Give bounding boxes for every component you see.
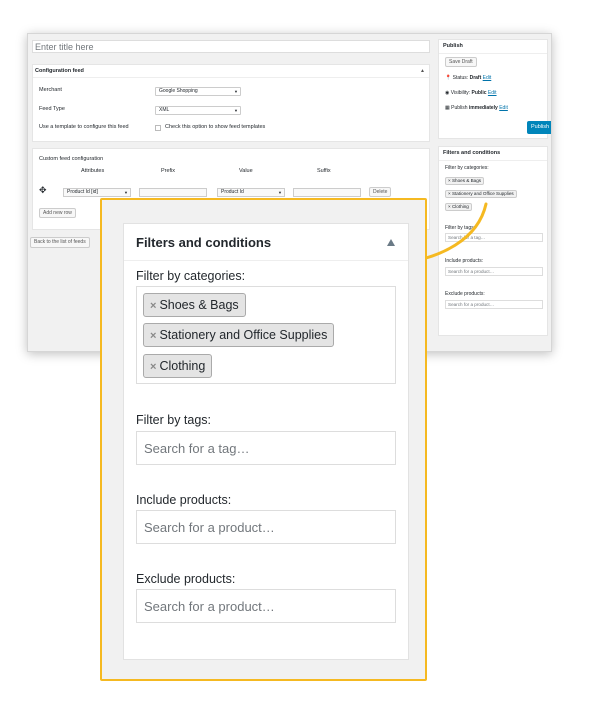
filters-and-conditions-panel: Filters and conditions Filter by categor… [123, 223, 409, 660]
schedule-edit-link[interactable]: Edit [499, 105, 508, 111]
category-tag-text: Shoes & Bags [451, 178, 482, 183]
prefix-input[interactable] [139, 188, 207, 197]
pin-icon: 📍 [445, 75, 452, 81]
publish-box: Publish Save Draft 📍 Status: Draft Edit … [438, 39, 551, 139]
template-checkbox-label: Check this option to show feed templates [165, 124, 266, 130]
publish-heading: Publish [439, 40, 547, 54]
chevron-down-icon: ▼ [278, 190, 282, 195]
remove-icon[interactable]: × [150, 361, 156, 373]
visibility-value: Public [471, 90, 487, 96]
schedule-value: immediately [468, 105, 498, 111]
suffix-input[interactable] [293, 188, 361, 197]
column-header-suffix: Suffix [317, 168, 331, 174]
tags-label: Filter by tags: [136, 413, 212, 427]
categories-label: Filter by categories: [136, 269, 246, 283]
configuration-feed-heading[interactable]: Configuration feed ▲ [33, 65, 429, 78]
title-input[interactable]: Enter title here [32, 40, 430, 53]
add-row-button[interactable]: Add new row [39, 208, 76, 218]
merchant-select[interactable]: Google Shopping ▼ [155, 87, 241, 96]
collapse-triangle-icon[interactable] [387, 239, 395, 246]
remove-icon[interactable]: × [150, 330, 156, 342]
exclude-search-input-small[interactable]: Search for a product… [445, 300, 543, 309]
status-value: Draft [469, 75, 482, 81]
delete-row-button[interactable]: Delete [369, 187, 392, 197]
visibility-label: Visibility: [450, 90, 471, 96]
eye-icon: ◉ [445, 90, 450, 96]
value-select[interactable]: Product Id ▼ [217, 188, 285, 197]
category-tag-text: Stationery and Office Supplies [451, 191, 514, 196]
category-chip-label: Shoes & Bags [159, 298, 239, 312]
filters-panel-title: Filters and conditions [136, 235, 272, 250]
visibility-line: ◉ Visibility: Public Edit [445, 90, 497, 97]
merchant-select-value: Google Shopping [159, 88, 198, 94]
attribute-select[interactable]: Product Id [id] ▼ [63, 188, 131, 197]
visibility-edit-link[interactable]: Edit [488, 90, 497, 96]
schedule-line: ▦ Publish immediately Edit [445, 105, 508, 112]
back-to-feeds-button[interactable]: Back to the list of feeds [30, 237, 90, 248]
publish-button[interactable]: Publish [527, 121, 551, 134]
chevron-down-icon: ▼ [124, 190, 128, 195]
category-chip-label: Clothing [159, 359, 206, 373]
feed-type-label: Feed Type [39, 106, 65, 112]
status-line: 📍 Status: Draft Edit [445, 75, 491, 82]
column-header-prefix: Prefix [161, 168, 176, 174]
attribute-select-value: Product Id [id] [67, 189, 98, 195]
category-chip: × Stationery and Office Supplies [143, 323, 335, 347]
configuration-feed-box: Configuration feed ▲ Merchant Google Sho… [32, 64, 430, 142]
remove-icon[interactable]: × [150, 300, 156, 312]
category-tag-small[interactable]: × Shoes & Bags [445, 177, 485, 185]
custom-feed-heading: Custom feed configuration [39, 156, 104, 162]
merchant-label: Merchant [39, 87, 62, 93]
filters-panel-header[interactable]: Filters and conditions [124, 224, 408, 261]
category-chip-label: Stationery and Office Supplies [159, 328, 328, 342]
category-chip: × Shoes & Bags [143, 293, 246, 317]
column-header-attributes: Attributes [81, 168, 105, 174]
status-edit-link[interactable]: Edit [483, 75, 492, 81]
tag-search-input[interactable] [136, 431, 396, 465]
include-products-input[interactable] [136, 510, 396, 544]
exclude-label-small: Exclude products: [445, 291, 485, 297]
collapse-arrow-icon[interactable]: ▲ [420, 68, 425, 75]
feed-type-select-value: XML [159, 107, 170, 113]
configuration-feed-title: Configuration feed [35, 68, 84, 74]
chevron-down-icon: ▼ [234, 108, 238, 113]
feed-type-select[interactable]: XML ▼ [155, 106, 241, 115]
status-label: Status: [452, 75, 469, 81]
categories-label-small: Filter by categories: [445, 165, 489, 171]
category-tag-small[interactable]: × Stationery and Office Supplies [445, 190, 517, 198]
schedule-label: Publish [451, 105, 468, 111]
zoom-highlight-frame: Filters and conditions Filter by categor… [100, 198, 427, 681]
include-products-label: Include products: [136, 493, 232, 507]
template-label: Use a template to configure this feed [39, 124, 129, 130]
filters-heading-small: Filters and conditions [439, 147, 547, 161]
template-checkbox[interactable] [155, 125, 161, 131]
categories-select[interactable]: × Shoes & Bags × Stationery and Office Sup… [136, 286, 396, 384]
exclude-products-input[interactable] [136, 589, 396, 623]
exclude-products-label: Exclude products: [136, 572, 236, 586]
chevron-down-icon: ▼ [234, 89, 238, 94]
drag-handle-icon[interactable]: ✥ [39, 185, 47, 196]
category-chip: × Clothing [143, 354, 213, 378]
calendar-icon: ▦ [445, 105, 450, 111]
value-select-value: Product Id [221, 189, 244, 195]
save-draft-button[interactable]: Save Draft [445, 57, 477, 67]
column-header-value: Value [239, 168, 253, 174]
